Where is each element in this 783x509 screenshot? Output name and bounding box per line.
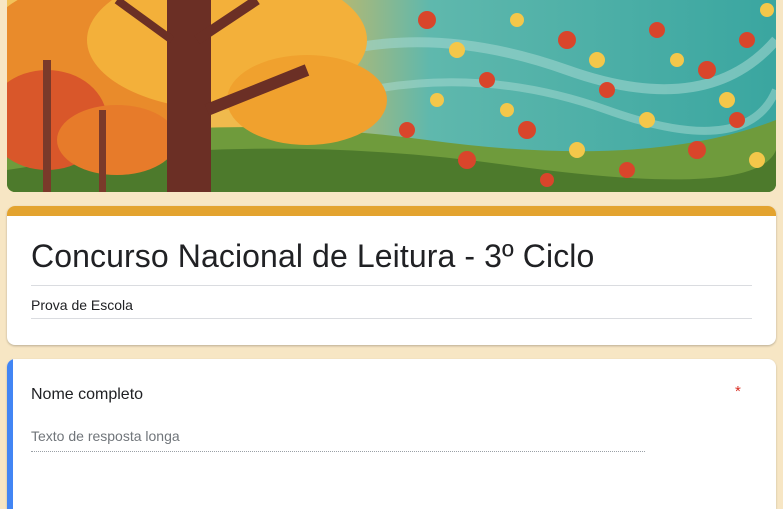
question-label: Nome completo bbox=[31, 386, 144, 403]
long-answer-field[interactable]: Texto de resposta longa bbox=[31, 428, 645, 452]
question-card-nome-completo: Nome completo * Texto de resposta longa bbox=[7, 359, 776, 509]
answer-placeholder: Texto de resposta longa bbox=[31, 428, 180, 444]
answer-underline bbox=[31, 451, 645, 452]
form-title: Concurso Nacional de Leitura - 3º Ciclo bbox=[31, 238, 595, 274]
required-marker: * bbox=[735, 383, 741, 400]
question-focus-indicator bbox=[7, 359, 13, 509]
description-divider bbox=[31, 318, 752, 319]
header-banner-image bbox=[7, 0, 776, 192]
form-description: Prova de Escola bbox=[31, 297, 133, 313]
title-divider bbox=[31, 285, 752, 286]
title-card-accent-bar bbox=[7, 206, 776, 216]
form-title-card: Concurso Nacional de Leitura - 3º Ciclo … bbox=[7, 206, 776, 345]
